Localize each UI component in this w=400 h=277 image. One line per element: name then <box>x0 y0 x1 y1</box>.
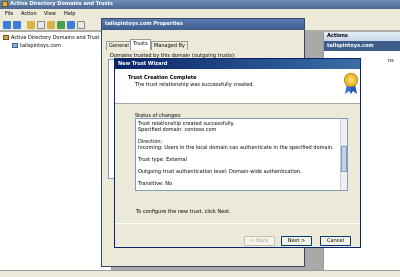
actions-header: Actions <box>324 32 400 41</box>
configure-instruction: To configure the new trust, click Next. <box>136 209 231 215</box>
award-icon <box>344 73 358 94</box>
domain-icon <box>12 43 18 48</box>
tab-managed-by[interactable]: Managed By <box>151 41 189 50</box>
wizard-title: New Trust Wizard <box>115 59 360 69</box>
menu-file[interactable]: File <box>5 11 13 17</box>
tree-domain-node[interactable]: tailspintoys.com <box>12 43 61 49</box>
console-tree: Active Directory Domains and Trust tails… <box>0 32 112 270</box>
next-button[interactable]: Next > <box>281 236 312 246</box>
wizard-subheading: The trust relationship was successfully … <box>135 82 255 88</box>
wizard-separator <box>115 223 360 224</box>
properties-title: tailspintoys.com Properties <box>102 19 304 30</box>
status-line: Incoming: Users in the local domain can … <box>138 145 334 151</box>
menu-help[interactable]: Help <box>64 11 75 17</box>
tree-domain-label: tailspintoys.com <box>20 43 61 49</box>
tree-root[interactable]: Active Directory Domains and Trust <box>3 35 99 41</box>
status-line: Specified domain: contoso.com <box>138 127 217 133</box>
main-window-title: Active Directory Domains and Trusts <box>0 0 400 9</box>
tab-general[interactable]: General <box>106 41 132 50</box>
tree-root-label: Active Directory Domains and Trust <box>11 35 100 41</box>
forward-arrow-icon[interactable] <box>13 21 21 29</box>
show-tree-icon[interactable] <box>37 21 45 29</box>
scrollbar-thumb[interactable] <box>341 146 347 172</box>
back-arrow-icon[interactable] <box>3 21 11 29</box>
menu-action[interactable]: Action <box>21 11 37 17</box>
domains-trusts-icon <box>2 1 8 7</box>
wizard-header: Trust Creation Complete The trust relati… <box>115 69 360 104</box>
cancel-button[interactable]: Cancel <box>320 236 351 246</box>
status-textbox[interactable]: Trust relationship created successfully.… <box>135 118 348 191</box>
back-button[interactable]: < Back <box>244 236 275 246</box>
new-trust-wizard: New Trust Wizard Trust Creation Complete… <box>114 58 361 248</box>
up-folder-icon[interactable] <box>27 21 35 29</box>
status-scrollbar[interactable] <box>340 119 347 190</box>
status-line: Transitive: No <box>138 181 173 187</box>
properties-icon[interactable] <box>47 21 55 29</box>
refresh-icon[interactable] <box>57 21 65 29</box>
status-bar <box>0 270 400 277</box>
tab-trusts[interactable]: Trusts <box>130 39 151 50</box>
help-icon[interactable] <box>67 21 75 29</box>
menu-view[interactable]: View <box>44 11 56 17</box>
app-title: Active Directory Domains and Trusts <box>10 1 113 7</box>
export-list-icon[interactable] <box>77 21 85 29</box>
domains-trusts-node-icon <box>3 35 9 40</box>
actions-domain-section[interactable]: tailspintoys.com <box>324 41 400 51</box>
actions-more-label[interactable]: ns <box>388 58 394 64</box>
status-line: Trust type: External <box>138 157 187 163</box>
status-line: Outgoing trust authentication level: Dom… <box>138 169 302 175</box>
wizard-heading: Trust Creation Complete <box>128 75 197 81</box>
